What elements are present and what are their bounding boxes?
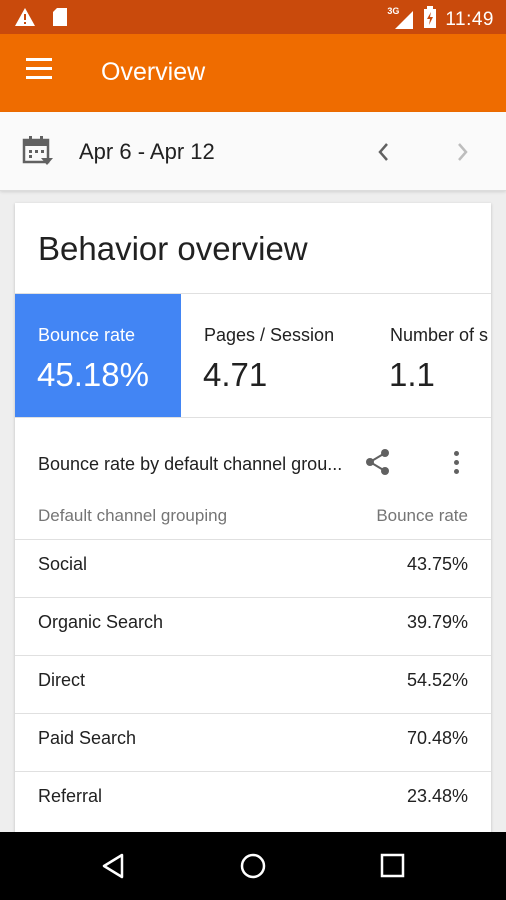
channel-table: Social 43.75% Organic Search 39.79% Dire… [15, 539, 491, 829]
column-header-bounce-rate: Bounce rate [376, 506, 468, 525]
date-range-label[interactable]: Apr 6 - Apr 12 [79, 139, 215, 165]
status-time: 11:49 [445, 8, 494, 30]
date-range-bar: Apr 6 - Apr 12 [0, 112, 506, 191]
row-channel: Organic Search [38, 612, 164, 632]
table-row[interactable]: Referral 23.48% [15, 771, 491, 829]
column-header-channel: Default channel grouping [38, 506, 228, 525]
row-channel: Referral [38, 786, 103, 806]
metric-label: Bounce rate [38, 325, 136, 345]
row-bounce-rate: 54.52% [406, 670, 468, 690]
page-title: Overview [101, 58, 206, 86]
section-header: Bounce rate by default channel grou... [15, 416, 491, 506]
metric-value: 1.1 [389, 356, 435, 393]
row-bounce-rate: 43.75% [406, 554, 468, 574]
table-row[interactable]: Direct 54.52% [15, 655, 491, 713]
row-channel: Direct [38, 670, 86, 690]
metric-label: Pages / Session [204, 325, 335, 345]
row-bounce-rate: 39.79% [406, 612, 468, 632]
calendar-icon[interactable] [21, 134, 55, 173]
metric-value: 4.71 [203, 356, 268, 393]
table-row[interactable]: Organic Search 39.79% [15, 597, 491, 655]
metric-label: Number of s [390, 325, 489, 345]
chevron-left-icon[interactable] [372, 139, 396, 165]
system-nav-bar [0, 832, 506, 900]
section-title: Bounce rate by default channel grou... [38, 454, 343, 474]
home-icon[interactable] [239, 852, 267, 885]
signal-icon: 3G [387, 6, 415, 31]
warning-icon [14, 7, 36, 32]
status-bar: 3G 11:49 [0, 0, 506, 34]
row-channel: Paid Search [38, 728, 137, 748]
table-row[interactable]: Social 43.75% [15, 539, 491, 597]
share-icon[interactable] [363, 447, 393, 477]
card-title: Behavior overview [38, 230, 308, 267]
metric-bounce-rate[interactable]: Bounce rate 45.18% [15, 294, 181, 417]
recent-apps-icon[interactable] [380, 853, 406, 884]
metric-tabs: Bounce rate 45.18% Pages / Session 4.71 … [15, 293, 491, 418]
behavior-overview-card: Behavior overview Bounce rate 45.18% Pag… [15, 203, 491, 843]
more-vert-icon[interactable] [445, 447, 467, 477]
menu-button[interactable] [20, 58, 60, 90]
metric-number-of-sessions[interactable]: Number of s 1.1 [367, 294, 491, 417]
back-icon[interactable] [100, 852, 126, 885]
app-bar: Overview [0, 34, 506, 112]
row-bounce-rate: 70.48% [406, 728, 468, 748]
row-bounce-rate: 23.48% [406, 786, 468, 806]
battery-charging-icon [423, 6, 437, 33]
metric-pages-per-session[interactable]: Pages / Session 4.71 [181, 294, 367, 417]
chevron-right-icon[interactable] [450, 139, 474, 165]
row-channel: Social [38, 554, 88, 574]
sd-card-icon [52, 7, 68, 32]
table-row[interactable]: Paid Search 70.48% [15, 713, 491, 771]
metric-value: 45.18% [37, 356, 149, 393]
